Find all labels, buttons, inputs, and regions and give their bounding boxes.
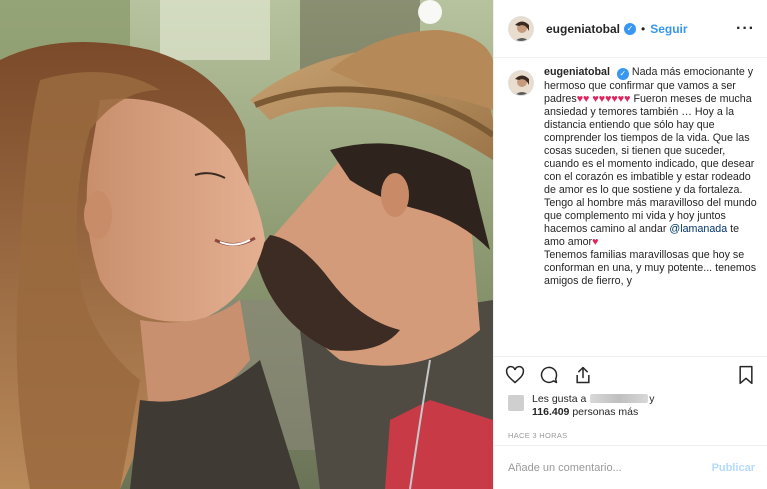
likes-prefix: Les gusta a (532, 393, 587, 405)
blurred-username (590, 394, 649, 403)
liker-avatar (508, 395, 524, 411)
caption-part-4: Tenemos familias maravillosas que hoy se… (544, 249, 757, 287)
caption-username-link[interactable]: eugeniatobal (544, 66, 610, 78)
verified-badge-icon: ✓ (616, 68, 629, 80)
heart-icon: ♥ (592, 236, 599, 248)
mention-link[interactable]: @lamanada (669, 223, 727, 235)
share-icon[interactable] (572, 364, 594, 386)
heart-icon[interactable] (504, 364, 526, 386)
publish-button[interactable]: Publicar (712, 462, 755, 474)
caption-text: eugeniatobal ✓ Nada más emocionante y he… (544, 66, 757, 356)
hearts-icon: ♥♥♥♥♥♥ (592, 93, 631, 105)
post-photo[interactable] (0, 0, 493, 489)
bookmark-icon[interactable] (735, 364, 757, 386)
username-link[interactable]: eugeniatobal (546, 22, 620, 36)
post-header: eugeniatobal ✓ • Seguir ··· (494, 0, 767, 58)
comment-icon[interactable] (538, 364, 560, 386)
couple-kiss-photo (0, 0, 493, 489)
likes-text: Les gusta a y 116.409 personas más (532, 393, 654, 419)
post-sidebar: eugeniatobal ✓ • Seguir ··· eugeniatobal… (493, 0, 767, 489)
likes-summary[interactable]: Les gusta a y 116.409 personas más (494, 393, 767, 419)
likes-suffix: y (649, 393, 655, 405)
follow-button[interactable]: Seguir (650, 22, 687, 36)
comment-box: Añade un comentario... Publicar (494, 445, 767, 489)
avatar[interactable] (508, 15, 534, 42)
comment-input[interactable]: Añade un comentario... (508, 462, 712, 474)
more-options-icon[interactable]: ··· (736, 20, 755, 38)
likes-count[interactable]: 116.409 (532, 406, 569, 418)
action-bar (494, 357, 767, 393)
caption-part-2: Fueron meses de mucha ansiedad y temores… (544, 93, 757, 235)
hearts-icon: ♥♥ (576, 93, 590, 105)
likes-count-suffix[interactable]: personas más (572, 406, 638, 418)
post-timestamp[interactable]: HACE 3 HORAS (494, 431, 767, 440)
post-actions-section: Les gusta a y 116.409 personas más HACE … (494, 356, 767, 440)
verified-badge-icon: ✓ (624, 22, 637, 35)
caption-section: eugeniatobal ✓ Nada más emocionante y he… (508, 66, 757, 356)
separator-dot: • (641, 21, 646, 36)
avatar[interactable] (508, 70, 534, 96)
